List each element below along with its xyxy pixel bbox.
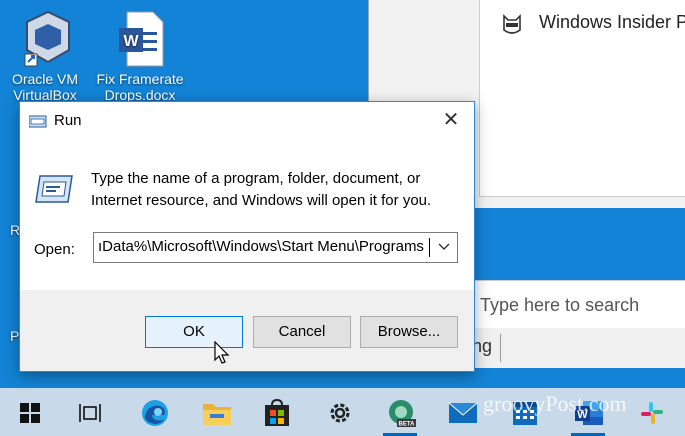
desktop-icon-label: Oracle VM — [11, 71, 79, 87]
edge-icon — [142, 400, 168, 426]
cancel-button[interactable]: Cancel — [253, 316, 351, 348]
file-explorer-icon — [203, 404, 231, 425]
run-dialog-description: Type the name of a program, folder, docu… — [91, 170, 432, 209]
open-label: Open: — [34, 241, 75, 258]
start-icon — [20, 403, 40, 423]
open-combobox[interactable]: ıData%\Microsoft\Windows\Start Menu\Prog… — [93, 232, 458, 263]
watermark: groovyPost.com — [483, 391, 627, 416]
start-button[interactable] — [13, 396, 47, 430]
mouse-cursor-icon — [214, 341, 230, 364]
taskbar-edge[interactable] — [138, 396, 172, 430]
store-icon — [265, 399, 289, 426]
chevron-down-icon — [438, 243, 450, 250]
taskbar-store[interactable] — [260, 396, 294, 430]
desktop-icon-word-doc[interactable]: W Fix Framerate Drops.docx — [95, 10, 185, 103]
run-program-icon — [35, 175, 73, 203]
taskbar-settings[interactable] — [323, 396, 357, 430]
ninja-cat-icon — [503, 14, 521, 34]
svg-text:BETA: BETA — [399, 422, 416, 428]
desktop-icon-virtualbox[interactable]: Oracle VM VirtualBox — [0, 10, 90, 103]
settings-icon — [330, 403, 350, 423]
run-dialog: Run ✕ Type the name of a program, folder… — [19, 101, 475, 372]
text-caret — [429, 238, 430, 257]
desktop-icon-label: Fix Framerate — [96, 71, 184, 87]
run-dialog-content: Type the name of a program, folder, docu… — [20, 138, 474, 290]
edge-beta-icon: BETA — [389, 400, 416, 428]
search-placeholder: Type here to search — [480, 295, 640, 315]
svg-text:W: W — [123, 33, 139, 50]
search-suggestion-fragment: ng — [472, 336, 493, 356]
browse-button[interactable]: Browse... — [360, 316, 458, 348]
word-doc-icon: W — [119, 11, 164, 67]
desktop-icon-label-partial: P — [10, 328, 20, 344]
dropdown-button[interactable] — [431, 233, 457, 262]
taskbar-file-explorer[interactable] — [200, 396, 234, 430]
close-icon: ✕ — [442, 109, 460, 131]
insider-window-title: Windows Insider Pr — [539, 12, 685, 32]
task-view-button[interactable] — [73, 396, 107, 430]
slack-icon — [641, 402, 663, 424]
mail-icon — [448, 402, 478, 423]
run-icon — [29, 115, 47, 128]
run-dialog-titlebar[interactable]: Run ✕ — [20, 102, 474, 138]
taskbar-mail[interactable] — [446, 396, 480, 430]
run-dialog-title: Run — [54, 112, 82, 129]
search-suggestion-strip: ng — [468, 328, 685, 368]
taskbar-slack[interactable] — [635, 396, 669, 430]
open-input[interactable]: ıData%\Microsoft\Windows\Start Menu\Prog… — [98, 238, 424, 255]
taskbar-search-box[interactable]: Type here to search — [468, 280, 685, 329]
task-view-icon — [79, 404, 101, 422]
divider — [500, 334, 501, 362]
close-button[interactable]: ✕ — [428, 102, 474, 138]
taskbar-edge-beta[interactable]: BETA — [384, 396, 418, 430]
virtualbox-icon — [24, 10, 70, 67]
